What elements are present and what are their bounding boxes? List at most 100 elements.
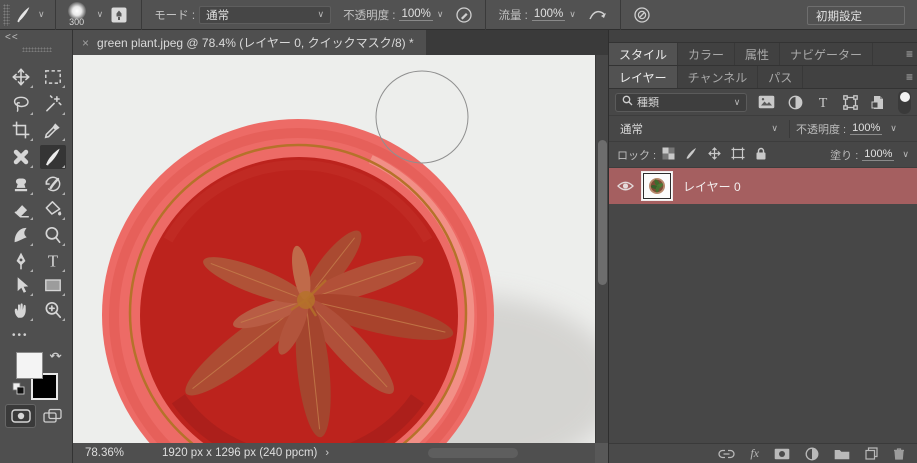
vertical-scrollbar-thumb[interactable] (598, 140, 607, 285)
eyedropper-tool[interactable] (40, 118, 66, 142)
pen-tool[interactable] (8, 249, 34, 273)
blend-mode-dropdown[interactable]: 通常 ∨ (199, 6, 331, 24)
toolbox-drag-handle[interactable] (22, 47, 52, 52)
foreground-color-swatch[interactable] (16, 352, 43, 379)
tab-layers[interactable]: レイヤー (609, 66, 678, 88)
new-group-folder-icon[interactable] (834, 448, 850, 460)
flow-label: 流量 : (498, 7, 527, 23)
flow-value[interactable]: 100% (532, 8, 565, 21)
airbrush-button[interactable] (627, 6, 657, 24)
zoom-level-field[interactable]: 78.36% (85, 447, 124, 459)
status-bar: 78.36% 1920 px x 1296 px (240 ppcm) › (73, 443, 595, 463)
tab-navigator[interactable]: ナビゲーター (780, 43, 873, 65)
zoom-tool[interactable] (40, 298, 66, 322)
link-layers-icon[interactable] (718, 449, 735, 459)
panel-menu-icon[interactable]: ≡ (906, 70, 913, 84)
filter-shape-layers-icon[interactable] (843, 95, 858, 110)
layer-name[interactable]: レイヤー 0 (683, 178, 741, 195)
fill-value[interactable]: 100% (862, 148, 894, 161)
layer-thumbnail[interactable] (641, 171, 673, 201)
chevron-down-icon: ∨ (97, 10, 104, 19)
layer-blend-mode-dropdown[interactable]: 通常 ∨ (615, 119, 783, 138)
horizontal-scrollbar-thumb[interactable] (428, 448, 518, 458)
layer-filter-type-dropdown[interactable]: 種類 ∨ (615, 93, 747, 112)
divider (55, 0, 56, 30)
layer-styles-fx-icon[interactable]: fx (750, 446, 759, 461)
canvas[interactable] (73, 55, 595, 443)
delete-layer-trash-icon[interactable] (893, 447, 905, 460)
marquee-tool[interactable] (40, 65, 66, 89)
layer-opacity-value[interactable]: 100% (850, 122, 882, 135)
canvas-image (73, 55, 595, 443)
lasso-tool[interactable] (8, 92, 34, 116)
vertical-scrollbar[interactable] (595, 55, 608, 443)
layers-empty-area[interactable] (609, 204, 917, 443)
close-icon[interactable]: × (82, 36, 89, 50)
eye-icon (617, 180, 634, 192)
tab-channels[interactable]: チャンネル (678, 66, 759, 88)
smoothing-button[interactable] (582, 6, 614, 24)
divider (789, 120, 790, 138)
history-brush-tool[interactable] (40, 172, 66, 196)
chevron-down-icon[interactable]: ∨ (437, 10, 444, 19)
screen-mode-button[interactable] (42, 407, 64, 425)
tab-color[interactable]: カラー (678, 43, 735, 65)
lock-position-icon[interactable] (708, 147, 721, 163)
tab-paths[interactable]: パス (758, 66, 803, 88)
hand-tool[interactable] (8, 298, 34, 322)
new-layer-icon[interactable] (865, 447, 878, 460)
add-layer-mask-icon[interactable] (774, 448, 790, 460)
lock-pixels-icon[interactable] (685, 147, 698, 163)
lock-artboard-icon[interactable] (731, 147, 745, 163)
chevron-down-icon[interactable]: ∨ (890, 124, 897, 133)
filter-on-off-toggle[interactable] (898, 90, 911, 114)
chevron-down-icon[interactable]: ∨ (569, 10, 576, 19)
document-tab[interactable]: × green plant.jpeg @ 78.4% (レイヤー 0, クイック… (73, 30, 426, 55)
path-select-tool[interactable] (8, 273, 34, 297)
panel-menu-icon[interactable]: ≡ (906, 47, 913, 61)
layer-blend-mode-value: 通常 (620, 121, 643, 137)
brush-settings-button[interactable]: 300 ∨ (62, 2, 104, 27)
brush-tool-selected[interactable] (40, 145, 66, 169)
opacity-value[interactable]: 100% (399, 8, 432, 21)
toggle-brush-panel-button[interactable] (103, 5, 135, 25)
brush-tool-preset-button[interactable]: ∨ (10, 5, 49, 24)
lock-transparency-icon[interactable] (662, 147, 675, 163)
chevron-down-icon[interactable]: ∨ (902, 150, 909, 159)
mode-label: モード : (154, 7, 195, 23)
filter-pixel-layers-icon[interactable] (758, 95, 775, 109)
gradient-tool[interactable] (40, 197, 66, 221)
lock-all-icon[interactable] (755, 147, 767, 163)
smudge-tool[interactable] (8, 223, 34, 247)
status-chevron-icon[interactable]: › (325, 447, 329, 459)
crop-tool[interactable] (8, 118, 34, 142)
magic-wand-tool[interactable] (40, 92, 66, 116)
new-adjustment-layer-icon[interactable] (805, 447, 819, 461)
healing-brush-tool[interactable] (8, 145, 34, 169)
quick-mask-mode-button[interactable] (5, 404, 36, 428)
filter-smart-objects-icon[interactable] (871, 95, 885, 110)
tab-styles[interactable]: スタイル (609, 43, 678, 65)
shape-tool[interactable] (40, 273, 66, 297)
clone-stamp-tool[interactable] (8, 172, 34, 196)
options-bar-drag-handle[interactable] (3, 4, 10, 26)
filter-adjustment-layers-icon[interactable] (788, 95, 803, 110)
dodge-tool[interactable] (40, 223, 66, 247)
filter-type-layers-icon[interactable]: T (816, 95, 830, 109)
more-tools-button[interactable]: ••• (12, 330, 29, 341)
layer-visibility-toggle[interactable] (609, 180, 641, 192)
layer-row-selected[interactable]: レイヤー 0 (609, 168, 917, 204)
tool-preset-button[interactable]: 初期設定 (807, 6, 905, 25)
filter-kind-label: 種類 (637, 94, 659, 110)
default-colors-icon[interactable] (12, 382, 26, 399)
eraser-tool[interactable] (8, 197, 34, 221)
dock-header[interactable] (609, 30, 917, 43)
scrollbar-corner (595, 443, 608, 463)
pressure-opacity-button[interactable] (449, 6, 479, 24)
document-info[interactable]: 1920 px x 1296 px (240 ppcm) (162, 447, 317, 459)
swap-colors-icon[interactable] (49, 348, 63, 365)
move-tool[interactable] (8, 65, 34, 89)
tab-properties[interactable]: 属性 (735, 43, 780, 65)
toolbox-collapse-button[interactable]: << (5, 32, 19, 43)
type-tool[interactable]: T (40, 249, 66, 273)
